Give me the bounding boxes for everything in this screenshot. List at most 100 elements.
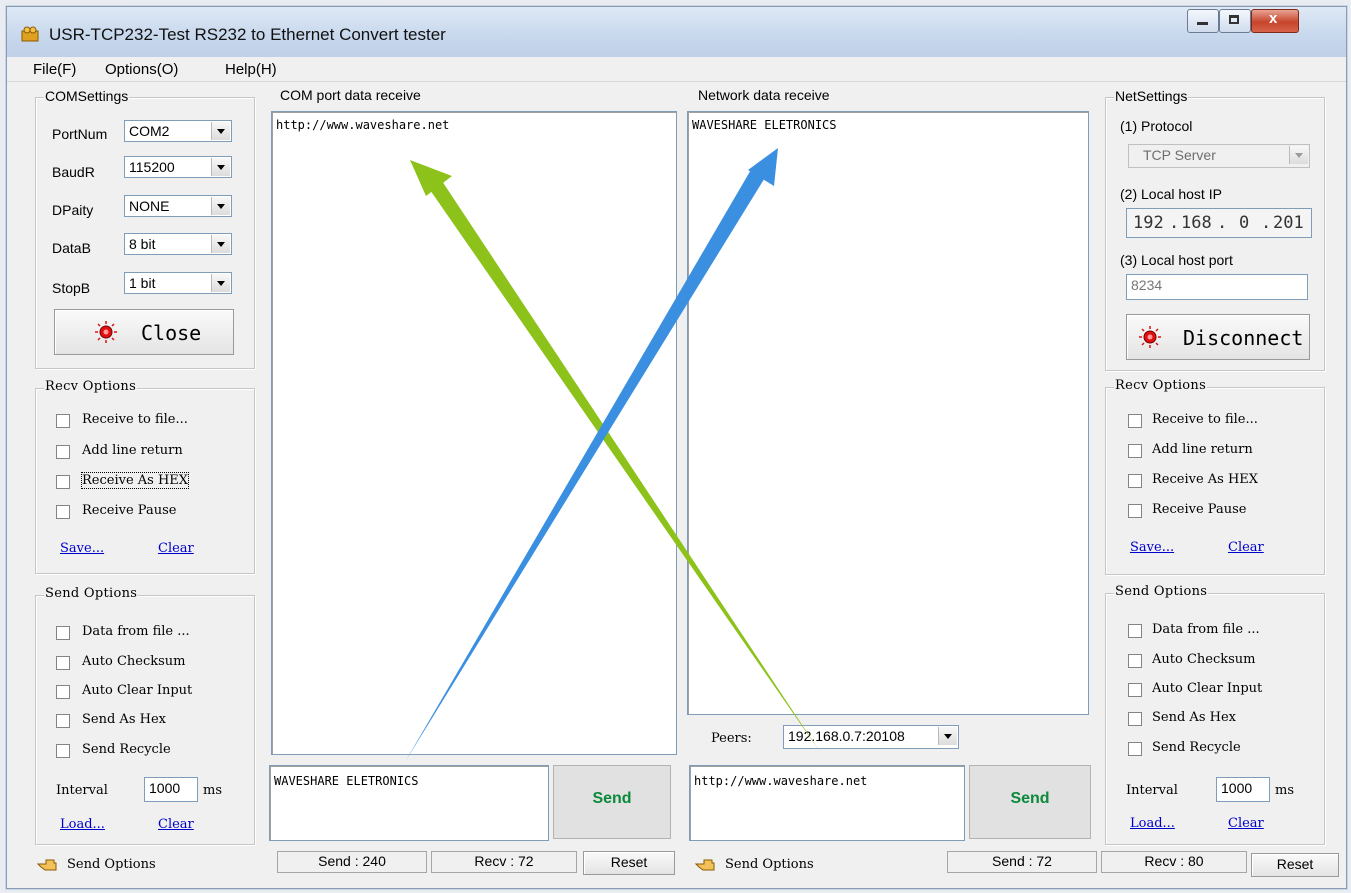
- left-recv-legend: Recv Options: [44, 379, 138, 394]
- right-receive-to-file-label: Receive to file...: [1152, 412, 1258, 427]
- left-interval-unit: ms: [203, 783, 222, 798]
- left-auto-checksum-label: Auto Checksum: [82, 654, 186, 669]
- com-receive-legend: COM port data receive: [279, 87, 422, 103]
- right-data-from-file-checkbox[interactable]: [1128, 624, 1142, 638]
- left-receive-as-hex-checkbox[interactable]: [56, 475, 70, 489]
- com-send-content: WAVESHARE ELETRONICS: [274, 774, 419, 788]
- right-send-as-hex-checkbox[interactable]: [1128, 712, 1142, 726]
- left-auto-clear-input-checkbox[interactable]: [56, 685, 70, 699]
- left-receive-to-file-label: Receive to file...: [82, 412, 188, 427]
- com-send-input[interactable]: WAVESHARE ELETRONICS: [269, 765, 549, 841]
- close-port-button[interactable]: Close: [54, 309, 234, 355]
- right-recv-options-group: Recv Options Receive to file... Add line…: [1105, 378, 1325, 575]
- left-reset-button[interactable]: Reset: [583, 851, 675, 875]
- red-light-icon: [95, 321, 117, 343]
- left-auto-checksum-checkbox[interactable]: [56, 656, 70, 670]
- stopb-value: 1 bit: [129, 275, 156, 291]
- baudr-select[interactable]: 115200: [124, 156, 232, 178]
- chevron-down-icon: [211, 122, 230, 140]
- datab-select[interactable]: 8 bit: [124, 233, 232, 255]
- right-add-line-return-checkbox[interactable]: [1128, 444, 1142, 458]
- left-recv-save-link[interactable]: Save...: [60, 541, 104, 556]
- chevron-down-icon: [938, 727, 957, 745]
- left-send-recycle-checkbox[interactable]: [56, 744, 70, 758]
- com-receive-area[interactable]: http://www.waveshare.net: [271, 111, 677, 755]
- net-send-input[interactable]: http://www.waveshare.net: [689, 765, 965, 841]
- net-receive-legend: Network data receive: [697, 87, 831, 103]
- right-send-clear-link[interactable]: Clear: [1228, 816, 1264, 831]
- menu-file[interactable]: File(F): [33, 61, 76, 78]
- peers-select[interactable]: 192.168.0.7:20108: [783, 725, 959, 749]
- protocol-select[interactable]: TCP Server: [1128, 144, 1310, 168]
- menu-help[interactable]: Help(H): [225, 61, 277, 78]
- net-send-button[interactable]: Send: [969, 765, 1091, 839]
- right-auto-clear-input-checkbox[interactable]: [1128, 683, 1142, 697]
- net-send-label: Send: [1010, 790, 1050, 807]
- net-send-content: http://www.waveshare.net: [694, 774, 868, 788]
- left-receive-pause-label: Receive Pause: [82, 503, 177, 518]
- peers-value: 192.168.0.7:20108: [788, 728, 905, 744]
- right-recv-legend: Recv Options: [1114, 378, 1208, 393]
- stopb-select[interactable]: 1 bit: [124, 272, 232, 294]
- maximize-button[interactable]: [1219, 9, 1251, 33]
- baudr-value: 115200: [129, 159, 175, 175]
- app-icon: [21, 26, 39, 42]
- right-interval-value: 1000: [1221, 780, 1253, 796]
- net-receive-area[interactable]: WAVESHARE ELETRONICS: [687, 111, 1089, 715]
- left-send-count: Send : 240: [277, 851, 427, 873]
- portnum-select[interactable]: COM2: [124, 120, 232, 142]
- right-send-load-link[interactable]: Load...: [1130, 816, 1175, 831]
- left-recv-count-text: Recv : 72: [474, 853, 534, 869]
- minimize-button[interactable]: [1187, 9, 1219, 33]
- right-receive-to-file-checkbox[interactable]: [1128, 414, 1142, 428]
- close-window-button[interactable]: x: [1251, 9, 1299, 33]
- right-receive-as-hex-checkbox[interactable]: [1128, 474, 1142, 488]
- local-port-input[interactable]: 8234: [1126, 274, 1308, 300]
- right-recv-clear-link[interactable]: Clear: [1228, 540, 1264, 555]
- left-add-line-return-checkbox[interactable]: [56, 445, 70, 459]
- portnum-value: COM2: [129, 123, 170, 139]
- com-receive-group: COM port data receive http://www.wavesha…: [267, 87, 681, 759]
- right-interval-input[interactable]: 1000: [1216, 777, 1270, 802]
- chevron-down-icon: [211, 158, 230, 176]
- com-send-button[interactable]: Send: [553, 765, 671, 839]
- disconnect-label: Disconnect: [1183, 326, 1304, 350]
- disconnect-button[interactable]: Disconnect: [1126, 314, 1310, 360]
- left-receive-to-file-checkbox[interactable]: [56, 414, 70, 428]
- left-receive-pause-checkbox[interactable]: [56, 505, 70, 519]
- right-interval-label: Interval: [1126, 783, 1178, 798]
- right-reset-button[interactable]: Reset: [1251, 853, 1339, 877]
- right-status-send-options[interactable]: Send Options: [725, 857, 814, 872]
- left-send-as-hex-checkbox[interactable]: [56, 714, 70, 728]
- local-ip-input[interactable]: 192 . 168 . 0 . 201: [1126, 208, 1312, 238]
- menu-options[interactable]: Options(O): [105, 61, 178, 78]
- left-send-recycle-label: Send Recycle: [82, 742, 171, 757]
- left-send-load-link[interactable]: Load...: [60, 817, 105, 832]
- com-receive-content: http://www.waveshare.net: [276, 118, 450, 132]
- dpaity-select[interactable]: NONE: [124, 195, 232, 217]
- portnum-label: PortNum: [52, 126, 108, 142]
- left-send-clear-link[interactable]: Clear: [158, 817, 194, 832]
- right-recv-save-link[interactable]: Save...: [1130, 540, 1174, 555]
- protocol-value: TCP Server: [1143, 147, 1216, 163]
- left-interval-value: 1000: [149, 780, 181, 796]
- minimize-icon: [1197, 22, 1208, 25]
- left-interval-input[interactable]: 1000: [144, 777, 198, 802]
- right-auto-checksum-checkbox[interactable]: [1128, 654, 1142, 668]
- left-data-from-file-label: Data from file ...: [82, 624, 190, 639]
- com-settings-legend: COMSettings: [44, 88, 130, 104]
- left-status-send-options[interactable]: Send Options: [67, 857, 156, 872]
- net-receive-content: WAVESHARE ELETRONICS: [692, 118, 837, 132]
- left-recv-count: Recv : 72: [431, 851, 577, 873]
- menu-bar: File(F) Options(O) Help(H): [7, 57, 1346, 82]
- right-send-recycle-checkbox[interactable]: [1128, 742, 1142, 756]
- left-data-from-file-checkbox[interactable]: [56, 626, 70, 640]
- hand-pointer-icon: [37, 859, 57, 871]
- net-settings-legend: NetSettings: [1114, 88, 1189, 104]
- left-send-legend: Send Options: [44, 586, 139, 601]
- right-receive-pause-checkbox[interactable]: [1128, 504, 1142, 518]
- left-recv-clear-link[interactable]: Clear: [158, 541, 194, 556]
- right-send-legend: Send Options: [1114, 584, 1209, 599]
- protocol-label: (1) Protocol: [1120, 118, 1193, 134]
- title-bar: USR-TCP232-Test RS232 to Ethernet Conver…: [7, 7, 1346, 57]
